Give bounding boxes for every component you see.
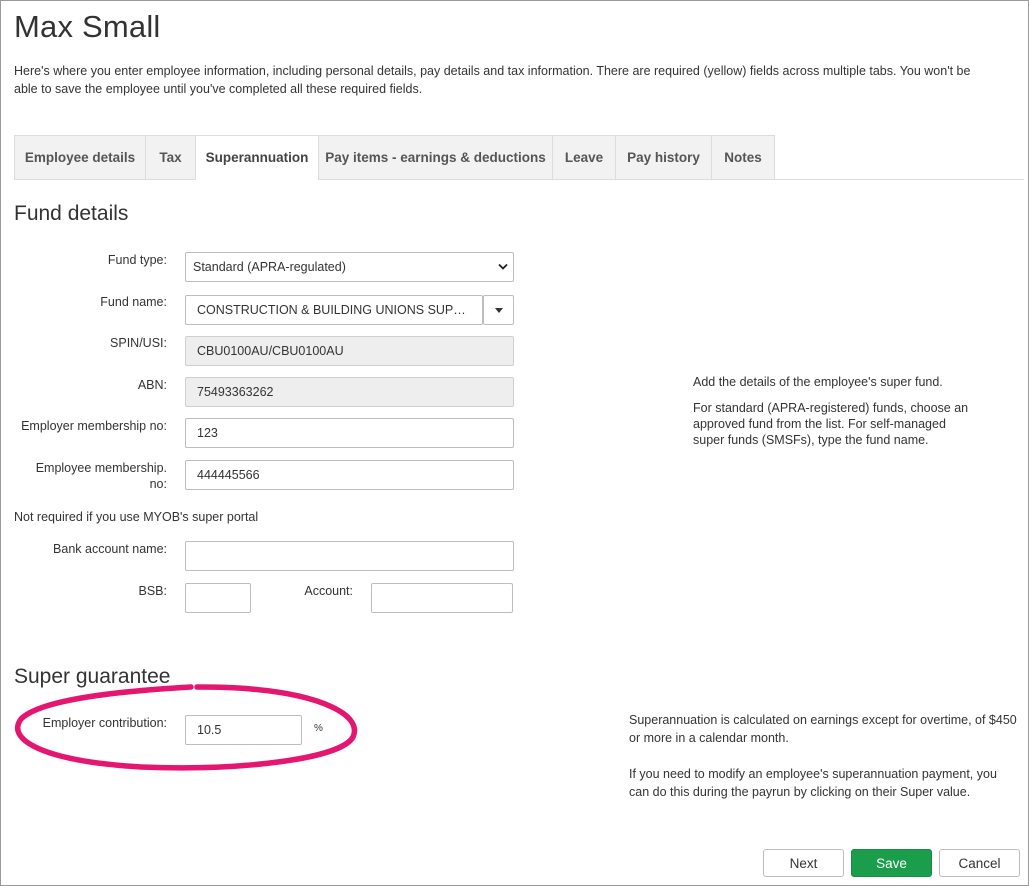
spin-usi-label: SPIN/USI:	[110, 336, 167, 350]
bsb-input[interactable]	[185, 583, 251, 613]
super-help-line1: Superannuation is calculated on earnings…	[629, 713, 1017, 727]
employer-membership-input[interactable]: 123	[185, 418, 514, 448]
bank-account-name-input[interactable]	[185, 541, 514, 571]
save-button[interactable]: Save	[851, 849, 932, 877]
next-button[interactable]: Next	[763, 849, 844, 877]
account-label: Account:	[304, 584, 353, 598]
fund-type-value: Standard (APRA-regulated)	[193, 260, 346, 274]
fund-name-input[interactable]: CONSTRUCTION & BUILDING UNIONS SUP…	[185, 295, 483, 325]
fund-type-select[interactable]: Standard (APRA-regulated)	[185, 252, 514, 282]
super-portal-note: Not required if you use MYOB's super por…	[14, 510, 259, 524]
fund-help-line3: approved fund from the list. For self-ma…	[693, 417, 946, 431]
fund-help-line4: super funds (SMSFs), type the fund name.	[693, 433, 929, 447]
abn-field: 75493363262	[185, 377, 514, 407]
super-help-line4: can do this during the payrun by clickin…	[629, 785, 971, 799]
caret-down-icon	[494, 307, 503, 313]
spin-usi-field: CBU0100AU/CBU0100AU	[185, 336, 514, 366]
employee-membership-label: Employee membership. no:	[11, 460, 167, 492]
tab-pay-history[interactable]: Pay history	[615, 135, 712, 180]
fund-name-label: Fund name:	[100, 295, 167, 309]
tab-bar: Employee details Tax Superannuation Pay …	[14, 135, 1024, 180]
abn-label: ABN:	[137, 378, 167, 392]
account-input[interactable]	[371, 583, 513, 613]
employee-membership-input[interactable]: 444445566	[185, 460, 514, 490]
employee-editor-window: Max Small Here's where you enter employe…	[0, 0, 1029, 886]
employer-contribution-label: Employer contribution:	[42, 716, 167, 730]
super-guarantee-heading: Super guarantee	[14, 665, 171, 688]
cancel-button[interactable]: Cancel	[939, 849, 1020, 877]
tab-superannuation[interactable]: Superannuation	[195, 135, 319, 180]
fund-name-value: CONSTRUCTION & BUILDING UNIONS SUP…	[197, 303, 466, 317]
employer-membership-label: Employer membership no:	[21, 419, 167, 433]
tab-tax[interactable]: Tax	[145, 135, 196, 180]
fund-help-line2: For standard (APRA-registered) funds, ch…	[693, 401, 969, 415]
page-title: Max Small	[14, 9, 161, 44]
tab-pay-items[interactable]: Pay items - earnings & deductions	[318, 135, 553, 180]
employee-membership-label-line2: no:	[149, 477, 167, 491]
employer-membership-value: 123	[197, 426, 218, 440]
fund-details-heading: Fund details	[14, 202, 129, 225]
fund-name-dropdown-button[interactable]	[483, 295, 514, 325]
employer-contribution-value: 10.5	[197, 723, 222, 737]
tab-notes[interactable]: Notes	[711, 135, 775, 180]
intro-text: Here's where you enter employee informat…	[14, 64, 971, 96]
chevron-down-icon	[498, 263, 508, 270]
fund-help-line1: Add the details of the employee's super …	[693, 375, 943, 389]
tab-leave[interactable]: Leave	[552, 135, 616, 180]
employer-contribution-input[interactable]: 10.5	[185, 715, 302, 745]
bank-account-name-label: Bank account name:	[53, 542, 167, 556]
bsb-label: BSB:	[138, 584, 168, 598]
employee-membership-label-line1: Employee membership.	[35, 461, 167, 475]
super-help-line3: If you need to modify an employee's supe…	[629, 767, 997, 781]
tab-employee-details[interactable]: Employee details	[14, 135, 146, 180]
percent-unit: %	[314, 723, 323, 734]
abn-value: 75493363262	[197, 385, 274, 399]
super-help-line2: or more in a calendar month.	[629, 731, 789, 745]
fund-type-label: Fund type:	[107, 253, 167, 267]
employee-membership-value: 444445566	[197, 468, 260, 482]
spin-usi-value: CBU0100AU/CBU0100AU	[197, 344, 344, 358]
